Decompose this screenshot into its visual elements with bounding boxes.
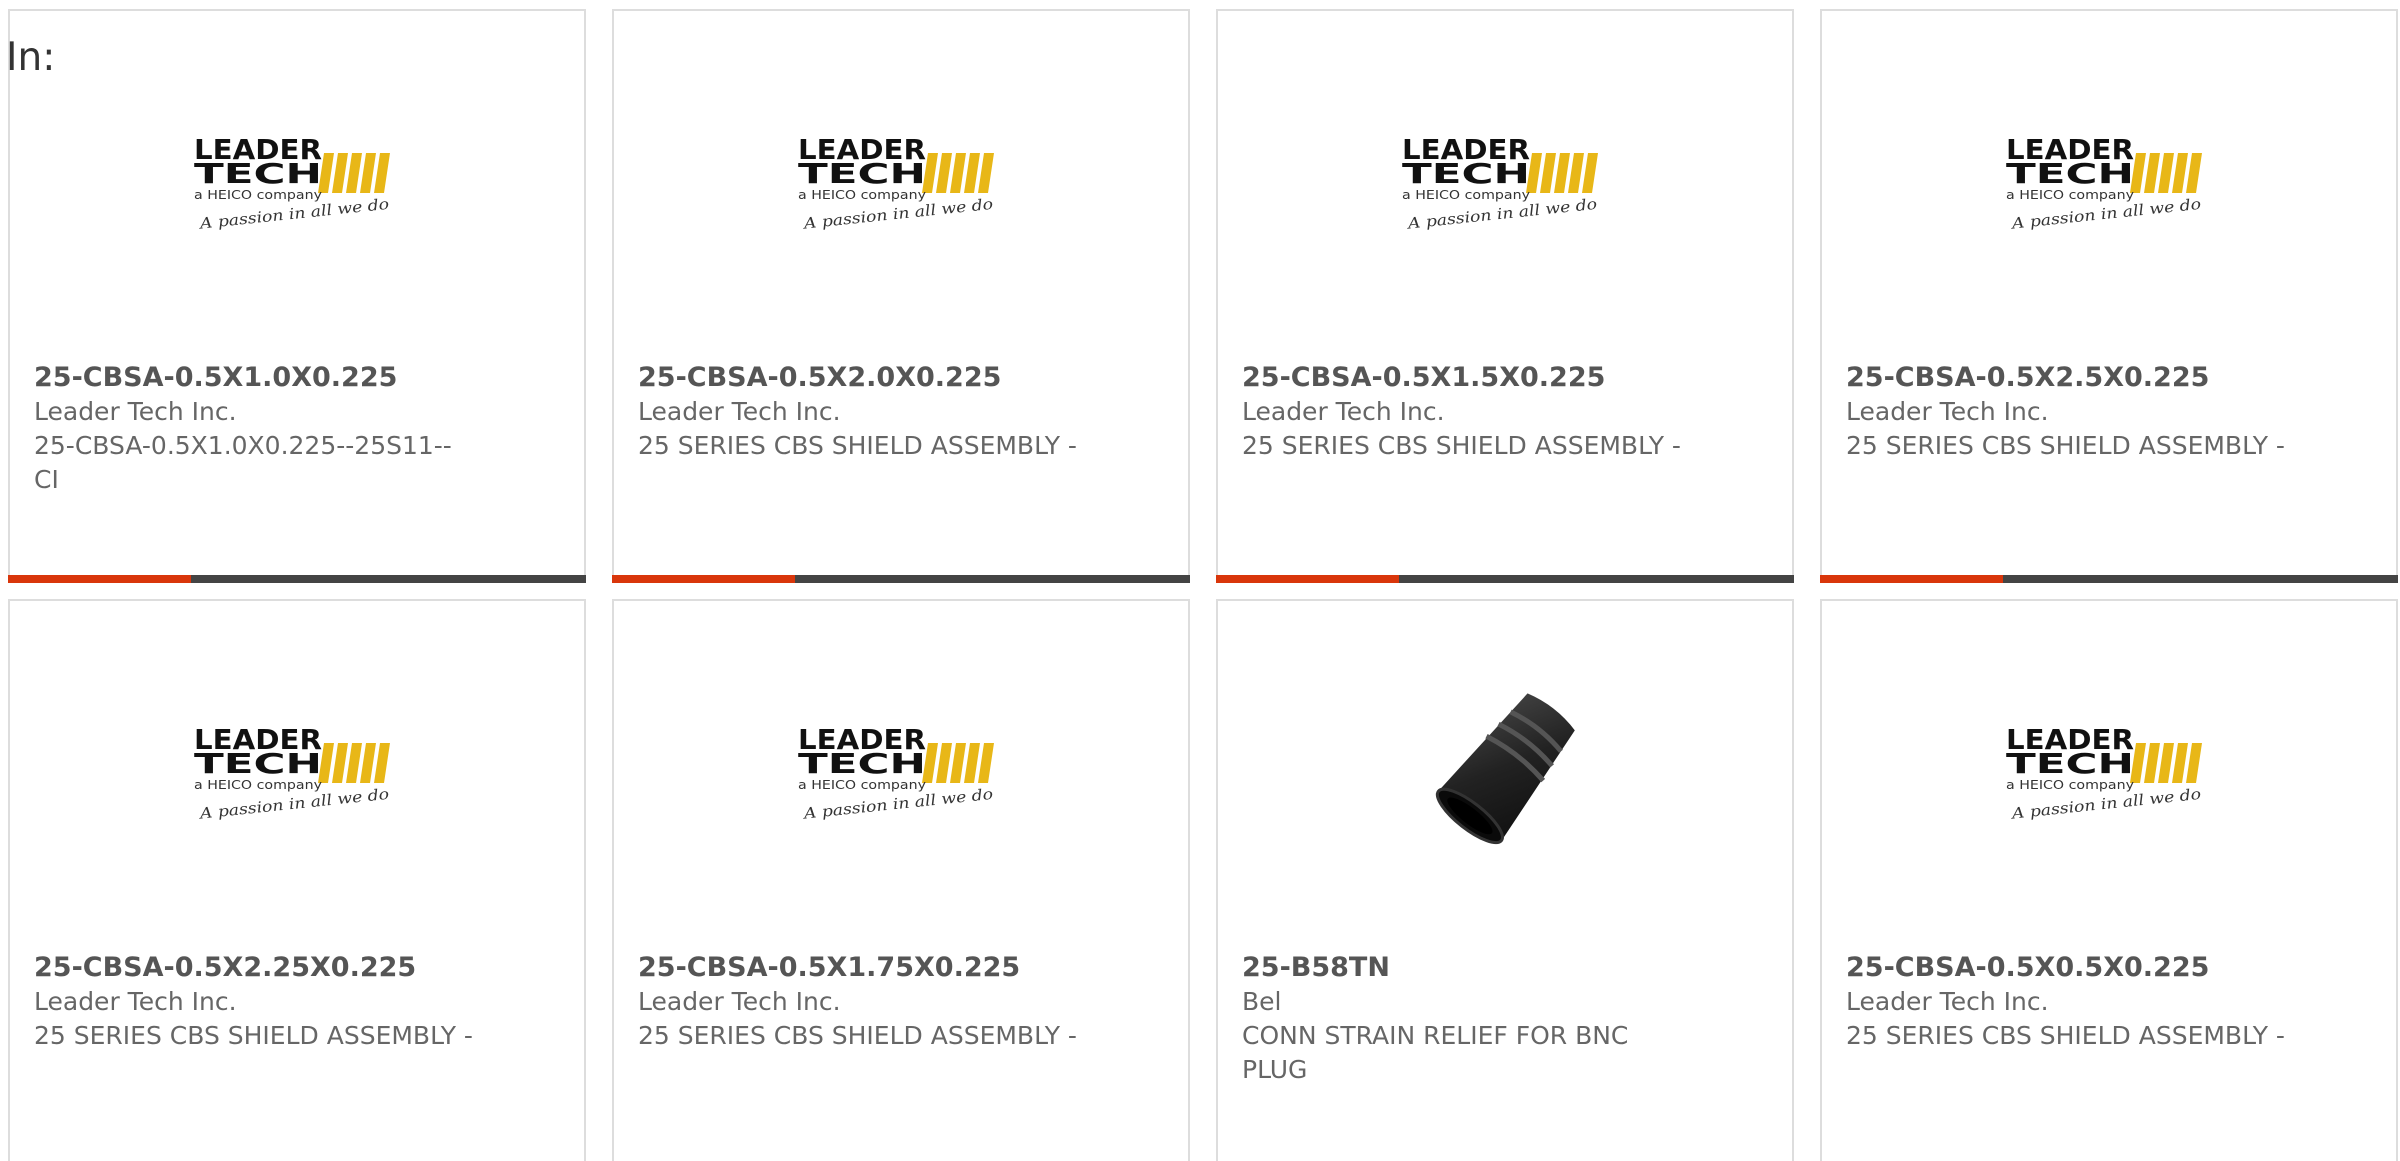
product-grid-page: In: LEADER TECH a HEICO company A passio…: [0, 0, 2400, 1161]
product-manufacturer: Leader Tech Inc.: [34, 987, 237, 1016]
card-accent-bar: [612, 575, 795, 583]
product-info: 25-CBSA-0.5X1.75X0.225 Leader Tech Inc. 25…: [638, 951, 1078, 1053]
logo-text: a HEICO company: [2006, 188, 2134, 202]
product-grid: LEADER TECH a HEICO company A passion in…: [0, 0, 2400, 1161]
product-card[interactable]: LEADER TECH a HEICO company A passion in…: [1216, 9, 1794, 583]
product-description: 25 SERIES CBS SHIELD ASSEMBLY -: [638, 1021, 1077, 1050]
logo-text: a HEICO company: [1402, 188, 1530, 202]
logo-text: TECH: [194, 747, 322, 780]
logo-text: a HEICO company: [2006, 778, 2134, 792]
card-bottom-bar: [612, 575, 1190, 583]
product-info: 25-CBSA-0.5X1.5X0.225 Leader Tech Inc. 25 …: [1242, 361, 1682, 463]
product-image[interactable]: LEADER TECH a HEICO company A passion in…: [10, 111, 584, 251]
product-card[interactable]: LEADER TECH a HEICO company A passion in…: [612, 599, 1190, 1161]
in-label: In:: [6, 35, 56, 80]
logo-text: TECH: [2006, 747, 2134, 780]
product-card[interactable]: LEADER TECH a HEICO company A passion in…: [1820, 599, 2398, 1161]
product-description: CONN STRAIN RELIEF FOR BNC PLUG: [1242, 1021, 1629, 1084]
product-part-number[interactable]: 25-CBSA-0.5X1.5X0.225: [1242, 361, 1682, 395]
product-manufacturer: Leader Tech Inc.: [34, 397, 237, 426]
card-bottom-bar: [1216, 575, 1794, 583]
product-image[interactable]: LEADER TECH a HEICO company A passion in…: [1822, 701, 2396, 841]
product-description: 25 SERIES CBS SHIELD ASSEMBLY -: [1846, 431, 2285, 460]
card-accent-bar: [1820, 575, 2003, 583]
logo-text: a HEICO company: [798, 778, 926, 792]
logo-text: TECH: [194, 157, 322, 190]
leader-tech-logo: LEADER TECH a HEICO company A passion in…: [1402, 133, 1598, 231]
leader-tech-logo: LEADER TECH a HEICO company A passion in…: [2006, 133, 2202, 231]
leader-tech-logo: LEADER TECH a HEICO company A passion in…: [194, 133, 390, 231]
product-manufacturer: Leader Tech Inc.: [1242, 397, 1445, 426]
product-description: 25-CBSA-0.5X1.0X0.225--25S11--CI: [34, 431, 452, 494]
strain-relief-boot-photo: [1435, 693, 1575, 845]
product-info: 25-CBSA-0.5X0.5X0.225 Leader Tech Inc. 25 …: [1846, 951, 2286, 1053]
leader-tech-logo: LEADER TECH a HEICO company A passion in…: [2006, 723, 2202, 821]
card-accent-bar: [8, 575, 191, 583]
product-description: 25 SERIES CBS SHIELD ASSEMBLY -: [1846, 1021, 2285, 1050]
logo-text: TECH: [798, 747, 926, 780]
product-image[interactable]: LEADER TECH a HEICO company A passion in…: [1822, 111, 2396, 251]
card-bottom-bar: [8, 575, 586, 583]
product-part-number[interactable]: 25-CBSA-0.5X1.75X0.225: [638, 951, 1078, 985]
product-card[interactable]: LEADER TECH a HEICO company A passion in…: [612, 9, 1190, 583]
product-info: 25-CBSA-0.5X1.0X0.225 Leader Tech Inc. 25-…: [34, 361, 474, 497]
product-description: 25 SERIES CBS SHIELD ASSEMBLY -: [638, 431, 1077, 460]
product-part-number[interactable]: 25-CBSA-0.5X0.5X0.225: [1846, 951, 2286, 985]
product-part-number[interactable]: 25-B58TN: [1242, 951, 1682, 985]
product-manufacturer: Leader Tech Inc.: [638, 987, 841, 1016]
card-bottom-bar: [1820, 575, 2398, 583]
product-part-number[interactable]: 25-CBSA-0.5X2.25X0.225: [34, 951, 474, 985]
product-info: 25-CBSA-0.5X2.25X0.225 Leader Tech Inc. 25…: [34, 951, 474, 1053]
product-info: 25-CBSA-0.5X2.5X0.225 Leader Tech Inc. 25 …: [1846, 361, 2286, 463]
logo-text: TECH: [798, 157, 926, 190]
product-manufacturer: Bel: [1242, 987, 1282, 1016]
product-info: 25-B58TN Bel CONN STRAIN RELIEF FOR BNC PL…: [1242, 951, 1682, 1087]
product-info: 25-CBSA-0.5X2.0X0.225 Leader Tech Inc. 25 …: [638, 361, 1078, 463]
product-manufacturer: Leader Tech Inc.: [1846, 987, 2049, 1016]
product-description: 25 SERIES CBS SHIELD ASSEMBLY -: [1242, 431, 1681, 460]
logo-text: a HEICO company: [194, 188, 322, 202]
leader-tech-logo: LEADER TECH a HEICO company A passion in…: [798, 133, 994, 231]
product-image[interactable]: [1218, 693, 1792, 845]
product-card[interactable]: LEADER TECH a HEICO company A passion in…: [1820, 9, 2398, 583]
product-part-number[interactable]: 25-CBSA-0.5X2.0X0.225: [638, 361, 1078, 395]
product-part-number[interactable]: 25-CBSA-0.5X2.5X0.225: [1846, 361, 2286, 395]
product-description: 25 SERIES CBS SHIELD ASSEMBLY -: [34, 1021, 473, 1050]
card-accent-bar: [1216, 575, 1399, 583]
leader-tech-logo: LEADER TECH a HEICO company A passion in…: [798, 723, 994, 821]
product-manufacturer: Leader Tech Inc.: [1846, 397, 2049, 426]
product-part-number[interactable]: 25-CBSA-0.5X1.0X0.225: [34, 361, 474, 395]
product-image[interactable]: LEADER TECH a HEICO company A passion in…: [10, 701, 584, 841]
product-manufacturer: Leader Tech Inc.: [638, 397, 841, 426]
logo-text: TECH: [2006, 157, 2134, 190]
product-image[interactable]: LEADER TECH a HEICO company A passion in…: [614, 111, 1188, 251]
product-card[interactable]: LEADER TECH a HEICO company A passion in…: [8, 9, 586, 583]
product-card[interactable]: LEADER TECH a HEICO company A passion in…: [8, 599, 586, 1161]
product-image[interactable]: LEADER TECH a HEICO company A passion in…: [1218, 111, 1792, 251]
leader-tech-logo: LEADER TECH a HEICO company A passion in…: [194, 723, 390, 821]
product-card[interactable]: 25-B58TN Bel CONN STRAIN RELIEF FOR BNC PL…: [1216, 599, 1794, 1161]
logo-text: TECH: [1402, 157, 1530, 190]
product-image[interactable]: LEADER TECH a HEICO company A passion in…: [614, 701, 1188, 841]
logo-text: a HEICO company: [194, 778, 322, 792]
logo-text: a HEICO company: [798, 188, 926, 202]
